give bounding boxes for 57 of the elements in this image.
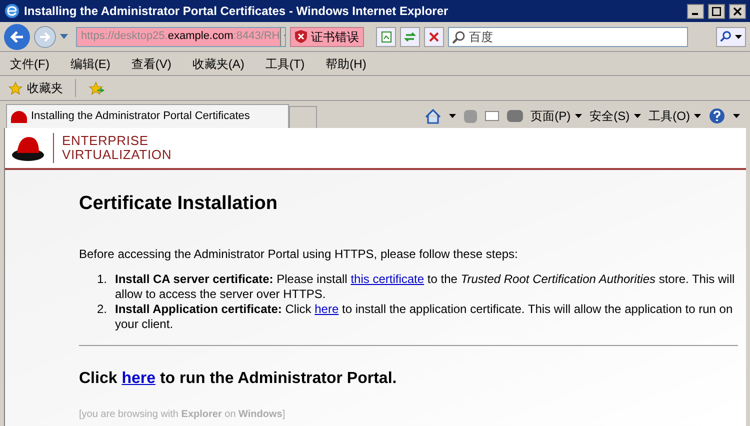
add-favorite-icon[interactable] [88,80,105,96]
caret-icon [733,114,740,118]
browser-info-text: [you are browsing with Explorer on Windows] [79,408,286,422]
caret-icon [735,34,742,38]
browser-tab[interactable]: Installing the Administrator Portal Certificates [6,104,289,128]
window-title: Installing the Administrator Portal Certificates - Windows Internet Explorer [24,3,450,20]
favorites-button[interactable]: 收藏夹 [8,79,63,97]
page-heading: Certificate Installation [79,192,278,216]
caret-icon [694,114,701,118]
compatibility-button[interactable] [376,26,396,46]
stop-button[interactable] [424,26,444,46]
shield-x-icon [295,30,307,43]
maximize-icon[interactable] [708,4,725,18]
command-menu[interactable]: 安全(S) [590,107,641,125]
refresh-icon [404,30,416,42]
search-icon [452,30,465,44]
caret-icon [448,114,456,118]
forward-arrow-icon [39,32,51,42]
command-menu[interactable]: 工具(O) [648,107,701,125]
caret-icon [574,114,582,118]
brand-text: ENTERPRISE [62,134,150,148]
url-text: https://desktop25.example.com:8443/RH [81,29,280,44]
refresh-button[interactable] [400,26,420,46]
menu-item[interactable]: 帮助(H) [326,54,366,72]
close-icon [429,32,439,42]
menu-item[interactable]: 工具(T) [265,54,305,72]
search-icon [720,31,731,42]
help-icon[interactable] [709,108,725,124]
run-portal-text: Click here to run the Administrator Portal. [79,368,398,388]
home-icon[interactable] [424,108,441,124]
close-icon[interactable] [729,4,746,18]
command-menu[interactable]: 页面(P) [530,107,582,125]
site-logo-icon [11,110,27,122]
certificate-link[interactable]: this certificate [350,272,424,286]
star-icon [8,80,23,96]
portal-link[interactable]: here [122,370,156,386]
menu-item[interactable]: 查看(V) [131,54,172,72]
page-icon [380,30,392,42]
search-field[interactable]: 百度 [448,26,688,46]
menu-item[interactable]: 编辑(E) [70,54,110,72]
step-text: 1. Install CA server certificate: Please install this certificate to the Trusted Root Certification Authorities store. This will allow to access the server over HTTPS. [97,272,736,302]
minimize-icon[interactable] [687,4,704,18]
dropdown-caret-icon[interactable] [60,34,68,39]
brand-text: VIRTUALIZATION [62,148,172,162]
menu-item[interactable]: 文件(F) [10,54,50,72]
certificate-link[interactable]: here [314,302,339,316]
back-button[interactable] [4,24,30,50]
menu-item[interactable]: 收藏夹(A) [192,54,244,72]
address-field[interactable]: https://desktop25.example.com:8443/RH [76,26,286,46]
caret-icon [634,114,641,118]
forward-button[interactable] [34,26,56,48]
back-arrow-icon [10,30,24,42]
intro-text: Before accessing the Administrator Portal using HTTPS, please follow these steps: [79,246,519,262]
browser-icon [4,3,20,19]
search-button[interactable] [716,26,746,46]
step-text: 2. Install Application certificate: Click here to install the application certificate. This will allow the application to run on your client. [97,302,734,332]
certificate-error-button[interactable]: 证书错误 [290,26,364,46]
